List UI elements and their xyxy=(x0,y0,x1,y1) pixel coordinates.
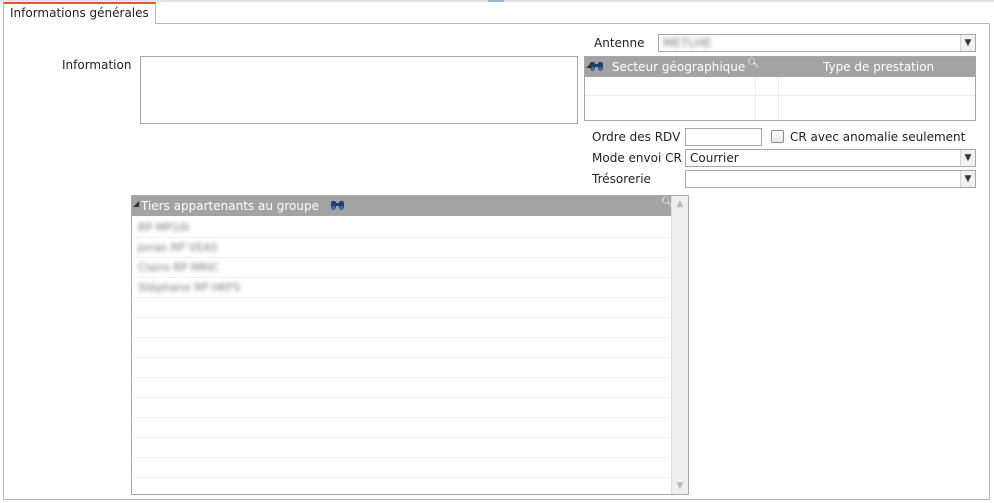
information-textarea[interactable] xyxy=(140,56,578,124)
tresorerie-label: Trésorerie xyxy=(592,172,651,186)
row-divider xyxy=(585,95,975,96)
list-item xyxy=(133,438,670,458)
list-item xyxy=(133,318,670,338)
list-item-label: Jonas RP VEAS xyxy=(138,241,218,254)
tiers-list-title: Tiers appartenants au groupe xyxy=(141,199,319,213)
list-item-label: Stéphane RP HKFS xyxy=(138,281,241,294)
tresorerie-select[interactable]: ▼ xyxy=(685,170,976,188)
mode-envoi-value: Courrier xyxy=(690,151,739,165)
list-item xyxy=(133,358,670,378)
resize-icon[interactable]: ◢ xyxy=(133,194,139,214)
list-item-label: RP MP10I xyxy=(138,221,190,234)
antenne-value: METLHE xyxy=(663,36,712,50)
secteur-grid-header: ◢ Secteur géographique 🔍︎ Type de presta… xyxy=(585,57,975,77)
tab-label: Informations générales xyxy=(10,6,149,20)
list-item[interactable]: Claire RP MRIC xyxy=(133,258,670,278)
scroll-up-icon[interactable]: ▲ xyxy=(672,196,688,212)
list-item xyxy=(133,298,670,318)
list-item[interactable]: RP MP10I xyxy=(133,218,670,238)
column-type-prestation[interactable]: Type de prestation xyxy=(823,57,934,77)
cr-anomalie-checkbox[interactable] xyxy=(771,130,784,143)
mode-envoi-select[interactable]: Courrier ▼ xyxy=(685,149,976,167)
list-item xyxy=(133,398,670,418)
antenne-label: Antenne xyxy=(594,36,645,50)
list-item xyxy=(133,338,670,358)
splitter-handle[interactable] xyxy=(488,0,504,2)
scrollbar[interactable]: ▲ ▼ xyxy=(671,196,688,494)
list-item xyxy=(133,458,670,478)
column-divider xyxy=(755,77,756,120)
ordre-rdv-input[interactable] xyxy=(685,128,762,146)
resize-icon[interactable]: ◢ xyxy=(586,55,592,75)
list-item-label: Claire RP MRIC xyxy=(138,261,219,274)
list-item[interactable]: Stéphane RP HKFS xyxy=(133,278,670,298)
dropdown-arrow-icon[interactable]: ▼ xyxy=(960,150,975,166)
tab-informations-generales[interactable]: Informations générales xyxy=(3,2,156,24)
binoculars-icon[interactable] xyxy=(329,197,347,217)
dropdown-arrow-icon[interactable]: ▼ xyxy=(960,35,975,51)
tiers-list: ◢ Tiers appartenants au groupe 🔍︎ RP MP1… xyxy=(131,195,689,495)
column-divider xyxy=(778,77,779,120)
search-icon[interactable]: 🔍︎ xyxy=(661,198,674,208)
search-icon[interactable]: 🔍︎ xyxy=(747,59,760,69)
information-label: Information xyxy=(62,58,132,72)
tiers-list-header: ◢ Tiers appartenants au groupe xyxy=(132,196,671,216)
list-item xyxy=(133,418,670,438)
column-secteur-geographique[interactable]: Secteur géographique xyxy=(612,60,745,74)
list-item[interactable]: Jonas RP VEAS xyxy=(133,238,670,258)
scroll-down-icon[interactable]: ▼ xyxy=(672,478,688,494)
list-item xyxy=(133,378,670,398)
antenne-select[interactable]: METLHE ▼ xyxy=(658,34,976,52)
ordre-rdv-label: Ordre des RDV xyxy=(592,130,681,144)
cr-anomalie-label: CR avec anomalie seulement xyxy=(790,130,966,144)
dropdown-arrow-icon[interactable]: ▼ xyxy=(960,171,975,187)
secteur-grid: ◢ Secteur géographique 🔍︎ Type de presta… xyxy=(584,56,976,121)
mode-envoi-label: Mode envoi CR xyxy=(592,151,682,165)
